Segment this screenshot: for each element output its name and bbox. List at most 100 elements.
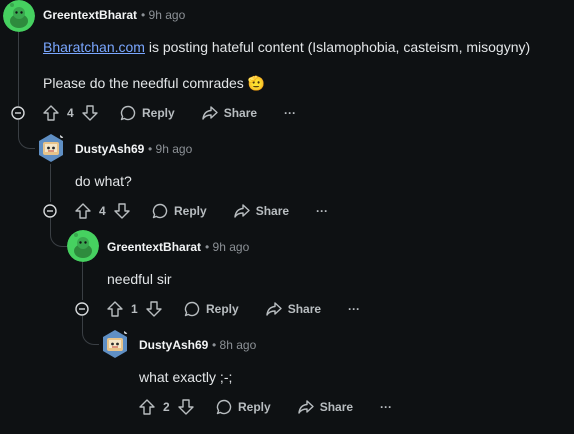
collapse-button[interactable] [11, 106, 25, 120]
comment-actions: 4 Reply Share ··· [74, 201, 328, 221]
share-button[interactable]: Share [297, 398, 353, 416]
thread-line [82, 262, 83, 300]
more-options-button[interactable]: ··· [348, 302, 360, 316]
share-button[interactable]: Share [233, 202, 289, 220]
body-text: needful sir [107, 271, 172, 287]
upvote-arrow-icon [139, 399, 155, 415]
reply-label: Reply [174, 204, 207, 218]
comment-actions: 4 Reply Share ··· [42, 103, 296, 123]
more-label: ··· [284, 106, 297, 120]
thread-elbow [82, 316, 99, 345]
separator: • [205, 240, 210, 254]
collapse-minus-icon [11, 106, 25, 120]
green-snoo-avatar-icon [3, 0, 35, 32]
share-arrow-icon [265, 302, 282, 316]
more-label: ··· [380, 400, 393, 414]
comment-meta: • 8h ago [212, 338, 256, 352]
avatar[interactable] [3, 0, 35, 32]
comment-meta: • 9h ago [148, 142, 192, 156]
separator: • [148, 142, 153, 156]
thread-elbow [18, 120, 35, 149]
body-text: is posting hateful content (Islamophobia… [144, 39, 531, 55]
username[interactable]: DustyAsh69 [75, 142, 144, 156]
reply-label: Reply [238, 400, 271, 414]
comment-body-line: Please do the needful comrades 🫡 [43, 75, 265, 92]
downvote-arrow-icon [114, 203, 130, 219]
reply-button[interactable]: Reply [151, 202, 207, 220]
share-label: Share [255, 204, 290, 218]
comment-bubble-icon [216, 399, 232, 415]
downvote-button[interactable] [177, 398, 195, 416]
timestamp[interactable]: 9h ago [213, 240, 250, 254]
salute-emoji: 🫡 [247, 75, 266, 91]
share-arrow-icon [201, 106, 218, 120]
share-label: Share [287, 302, 322, 316]
comment-body-line: needful sir [107, 271, 172, 287]
timestamp[interactable]: 9h ago [149, 8, 186, 22]
reply-button[interactable]: Reply [183, 300, 239, 318]
share-arrow-icon [233, 204, 250, 218]
body-text: Please do the needful comrades [43, 75, 244, 91]
username[interactable]: GreentextBharat [43, 8, 137, 22]
comment-body-line: Bharatchan.com is posting hateful conten… [43, 39, 530, 55]
upvote-button[interactable] [42, 104, 60, 122]
avatar[interactable] [67, 230, 99, 262]
share-label: Share [223, 106, 258, 120]
robot-tv-avatar-icon [39, 134, 64, 162]
thread-line [50, 164, 51, 202]
body-text: what exactly ;-; [139, 369, 233, 385]
reply-label: Reply [206, 302, 239, 316]
vote-count: 2 [163, 400, 170, 414]
downvote-button[interactable] [113, 202, 131, 220]
separator: • [212, 338, 217, 352]
upvote-arrow-icon [43, 105, 59, 121]
collapse-button[interactable] [43, 204, 57, 218]
vote-count: 1 [131, 302, 138, 316]
vote-count: 4 [67, 106, 74, 120]
comment-meta: • 9h ago [141, 8, 185, 22]
share-label: Share [319, 400, 354, 414]
username[interactable]: DustyAsh69 [139, 338, 208, 352]
upvote-arrow-icon [75, 203, 91, 219]
upvote-button[interactable] [74, 202, 92, 220]
reply-button[interactable]: Reply [215, 398, 271, 416]
comment-bubble-icon [120, 105, 136, 121]
more-label: ··· [316, 204, 329, 218]
comment-body-line: what exactly ;-; [139, 369, 232, 385]
thread-line [18, 32, 19, 106]
upvote-button[interactable] [138, 398, 156, 416]
downvote-button[interactable] [81, 104, 99, 122]
reply-label: Reply [142, 106, 175, 120]
avatar[interactable] [99, 328, 131, 360]
timestamp[interactable]: 8h ago [220, 338, 257, 352]
comment-body-line: do what? [75, 173, 132, 189]
comment-actions: 2 Reply Share ··· [138, 397, 392, 417]
share-button[interactable]: Share [201, 104, 257, 122]
comment-meta: • 9h ago [205, 240, 249, 254]
more-label: ··· [348, 302, 361, 316]
separator: • [141, 8, 146, 22]
reply-button[interactable]: Reply [119, 104, 175, 122]
body-text: do what? [75, 173, 132, 189]
downvote-arrow-icon [82, 105, 98, 121]
collapse-minus-icon [43, 204, 57, 218]
collapse-minus-icon [75, 302, 89, 316]
comment-actions: 1 Reply Share ··· [106, 299, 360, 319]
downvote-button[interactable] [145, 300, 163, 318]
vote-count: 4 [99, 204, 106, 218]
thread-elbow [50, 218, 67, 247]
share-button[interactable]: Share [265, 300, 321, 318]
timestamp[interactable]: 9h ago [156, 142, 193, 156]
more-options-button[interactable]: ··· [316, 204, 328, 218]
more-options-button[interactable]: ··· [380, 400, 392, 414]
robot-tv-avatar-icon [103, 330, 128, 358]
body-link[interactable]: Bharatchan.com [43, 39, 145, 55]
share-arrow-icon [297, 400, 314, 414]
collapse-button[interactable] [75, 302, 89, 316]
downvote-arrow-icon [146, 301, 162, 317]
upvote-button[interactable] [106, 300, 124, 318]
username[interactable]: GreentextBharat [107, 240, 201, 254]
more-options-button[interactable]: ··· [284, 106, 296, 120]
upvote-arrow-icon [107, 301, 123, 317]
avatar[interactable] [35, 132, 67, 164]
